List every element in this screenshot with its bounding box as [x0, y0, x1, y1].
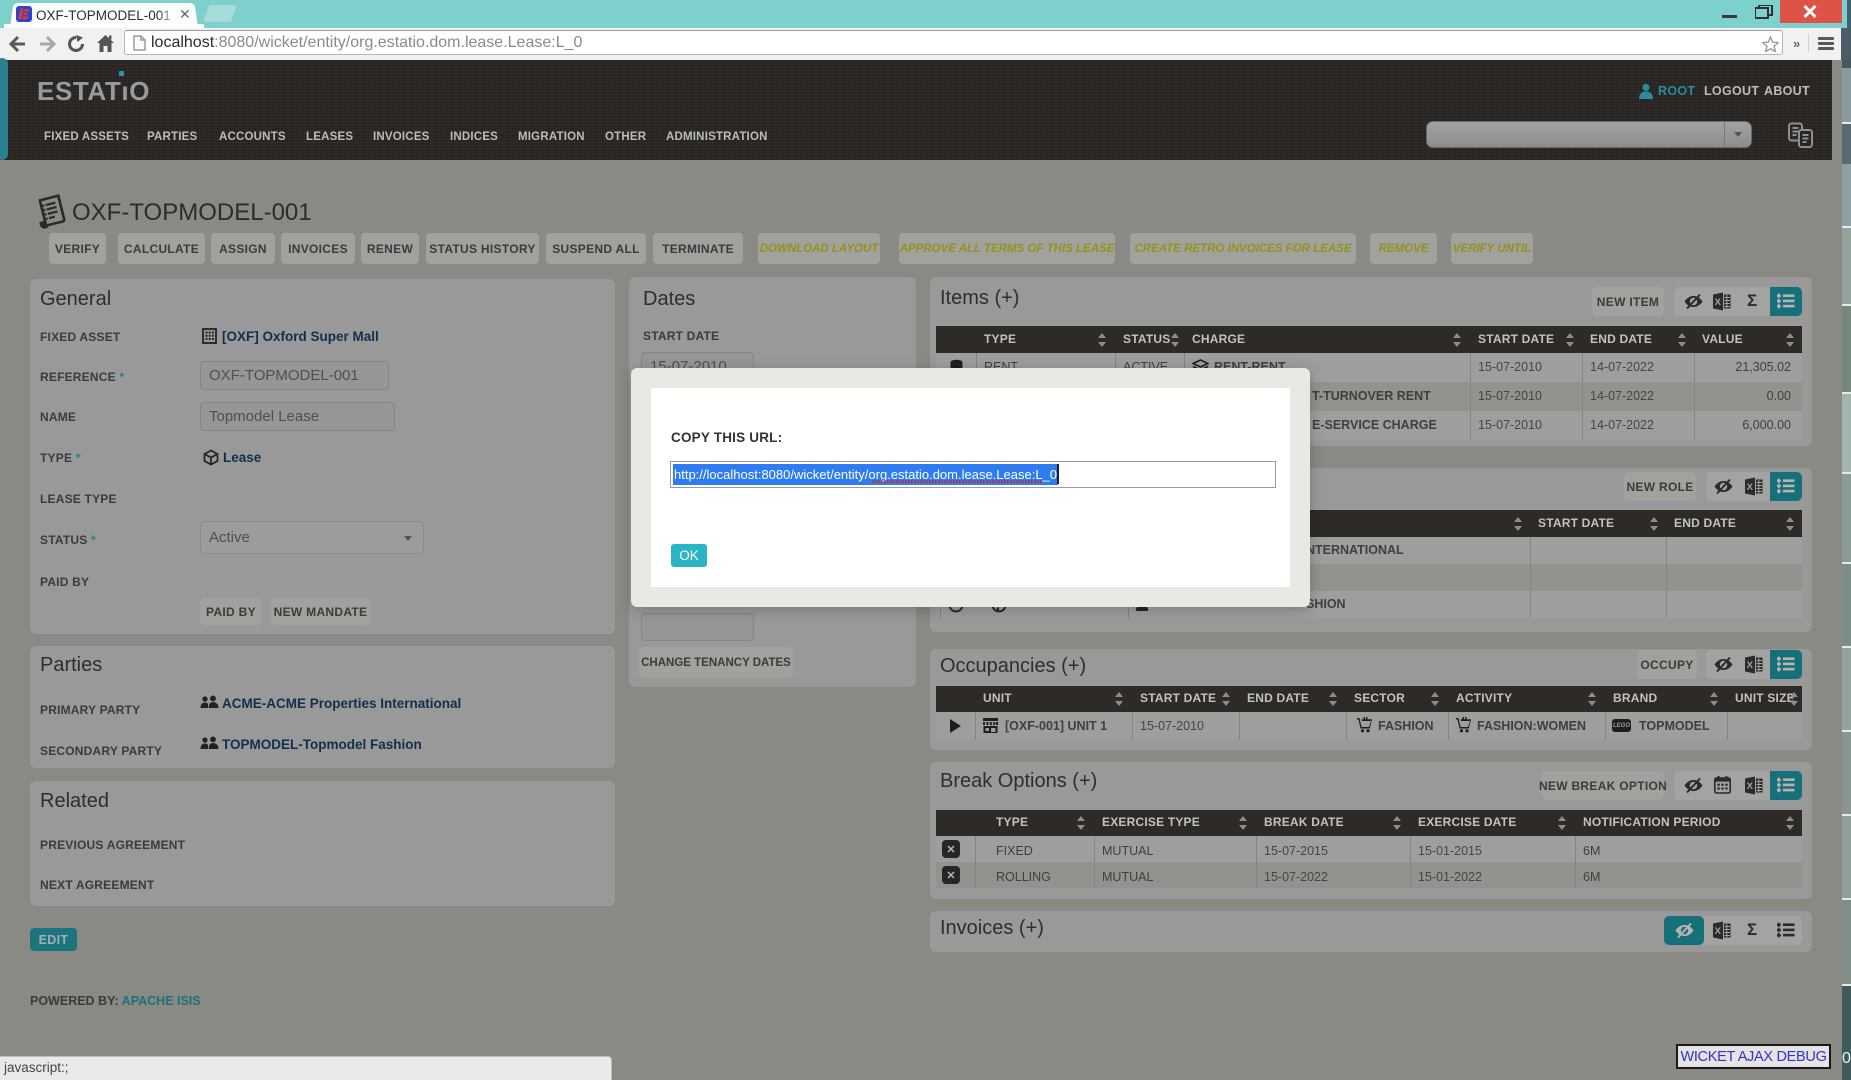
svg-text:X: X	[1747, 781, 1754, 792]
svg-text:X: X	[1747, 482, 1754, 493]
svg-text:X: X	[1715, 297, 1722, 308]
svg-text:X: X	[1747, 660, 1754, 671]
svg-text:X: X	[1715, 926, 1722, 937]
